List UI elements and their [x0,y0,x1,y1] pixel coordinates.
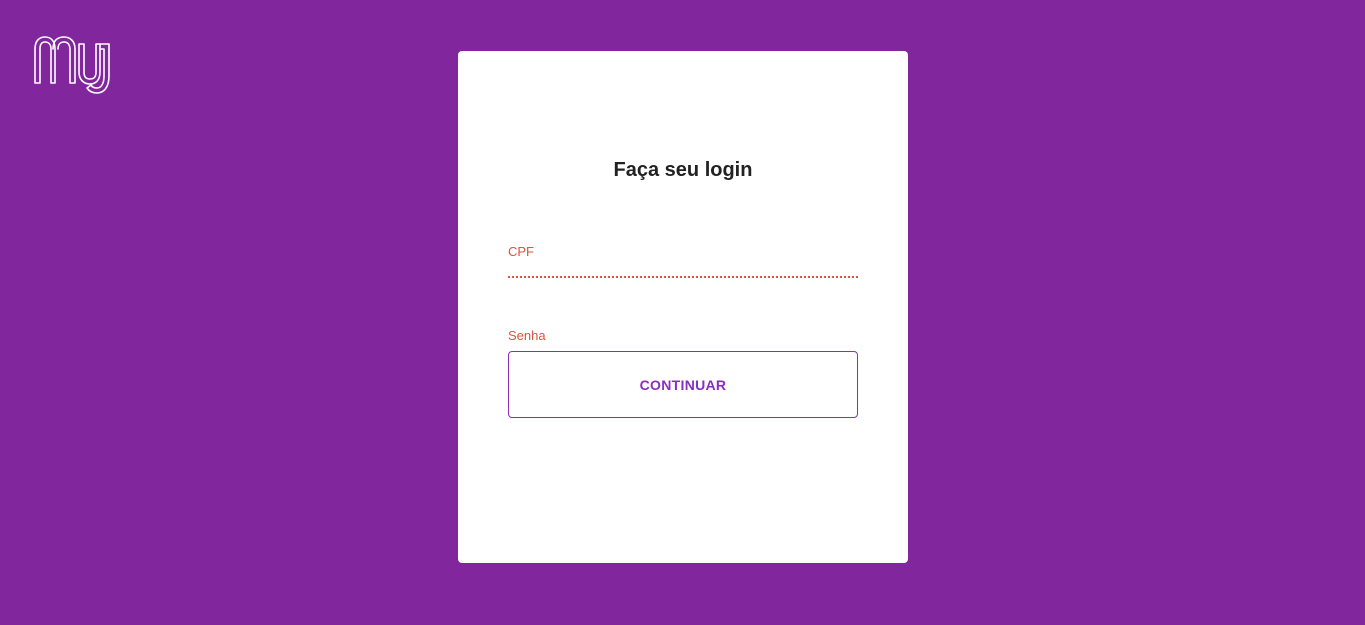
continue-button[interactable]: CONTINUAR [508,351,858,418]
cpf-label: CPF [508,244,534,259]
nu-logo-icon [34,36,110,94]
login-card: Faça seu login CPF Senha CONTINUAR [458,51,908,563]
cpf-input[interactable] [508,260,858,278]
senha-label: Senha [508,328,546,343]
cpf-field-group: CPF [508,244,858,278]
login-title: Faça seu login [613,159,753,181]
